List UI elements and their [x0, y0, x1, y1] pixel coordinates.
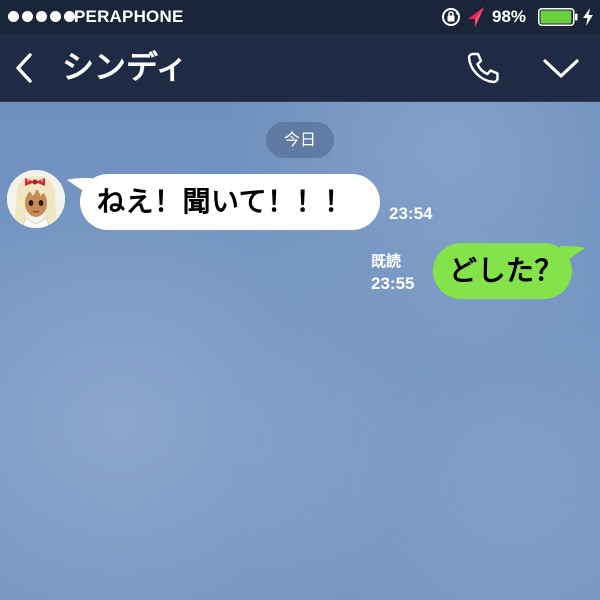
lock-rotation-icon	[442, 8, 460, 26]
contact-name: シンディ	[62, 48, 188, 86]
status-bar: PERAPHONE 98%	[0, 0, 600, 34]
charging-icon	[583, 8, 593, 26]
contact-avatar[interactable]	[7, 170, 65, 228]
chat-header: シンディ	[0, 34, 600, 102]
location-icon	[468, 7, 484, 27]
chevron-down-icon	[543, 59, 579, 78]
signal-dots-icon	[8, 11, 75, 22]
battery-percentage: 98%	[492, 7, 527, 26]
read-receipt: 既読	[371, 252, 402, 270]
outgoing-message-text: どした？	[449, 254, 564, 287]
avatar-image	[7, 170, 65, 228]
call-button[interactable]	[464, 49, 502, 87]
battery-icon	[538, 8, 578, 26]
back-arrow-icon	[16, 53, 32, 83]
phone-icon	[467, 52, 499, 84]
incoming-message-time: 23:54	[389, 204, 433, 223]
chat-screen: PERAPHONE 98% シンディ 今日 ねえ！聞いて！！！ 23:54 既読…	[0, 0, 600, 600]
outgoing-message-time: 23:55	[371, 274, 415, 293]
date-separator: 今日	[266, 122, 334, 158]
carrier-name: PERAPHONE	[74, 7, 184, 26]
back-button[interactable]	[8, 48, 42, 88]
menu-toggle-button[interactable]	[540, 49, 582, 87]
incoming-message-text: ねえ！聞いて！！！	[97, 185, 353, 218]
